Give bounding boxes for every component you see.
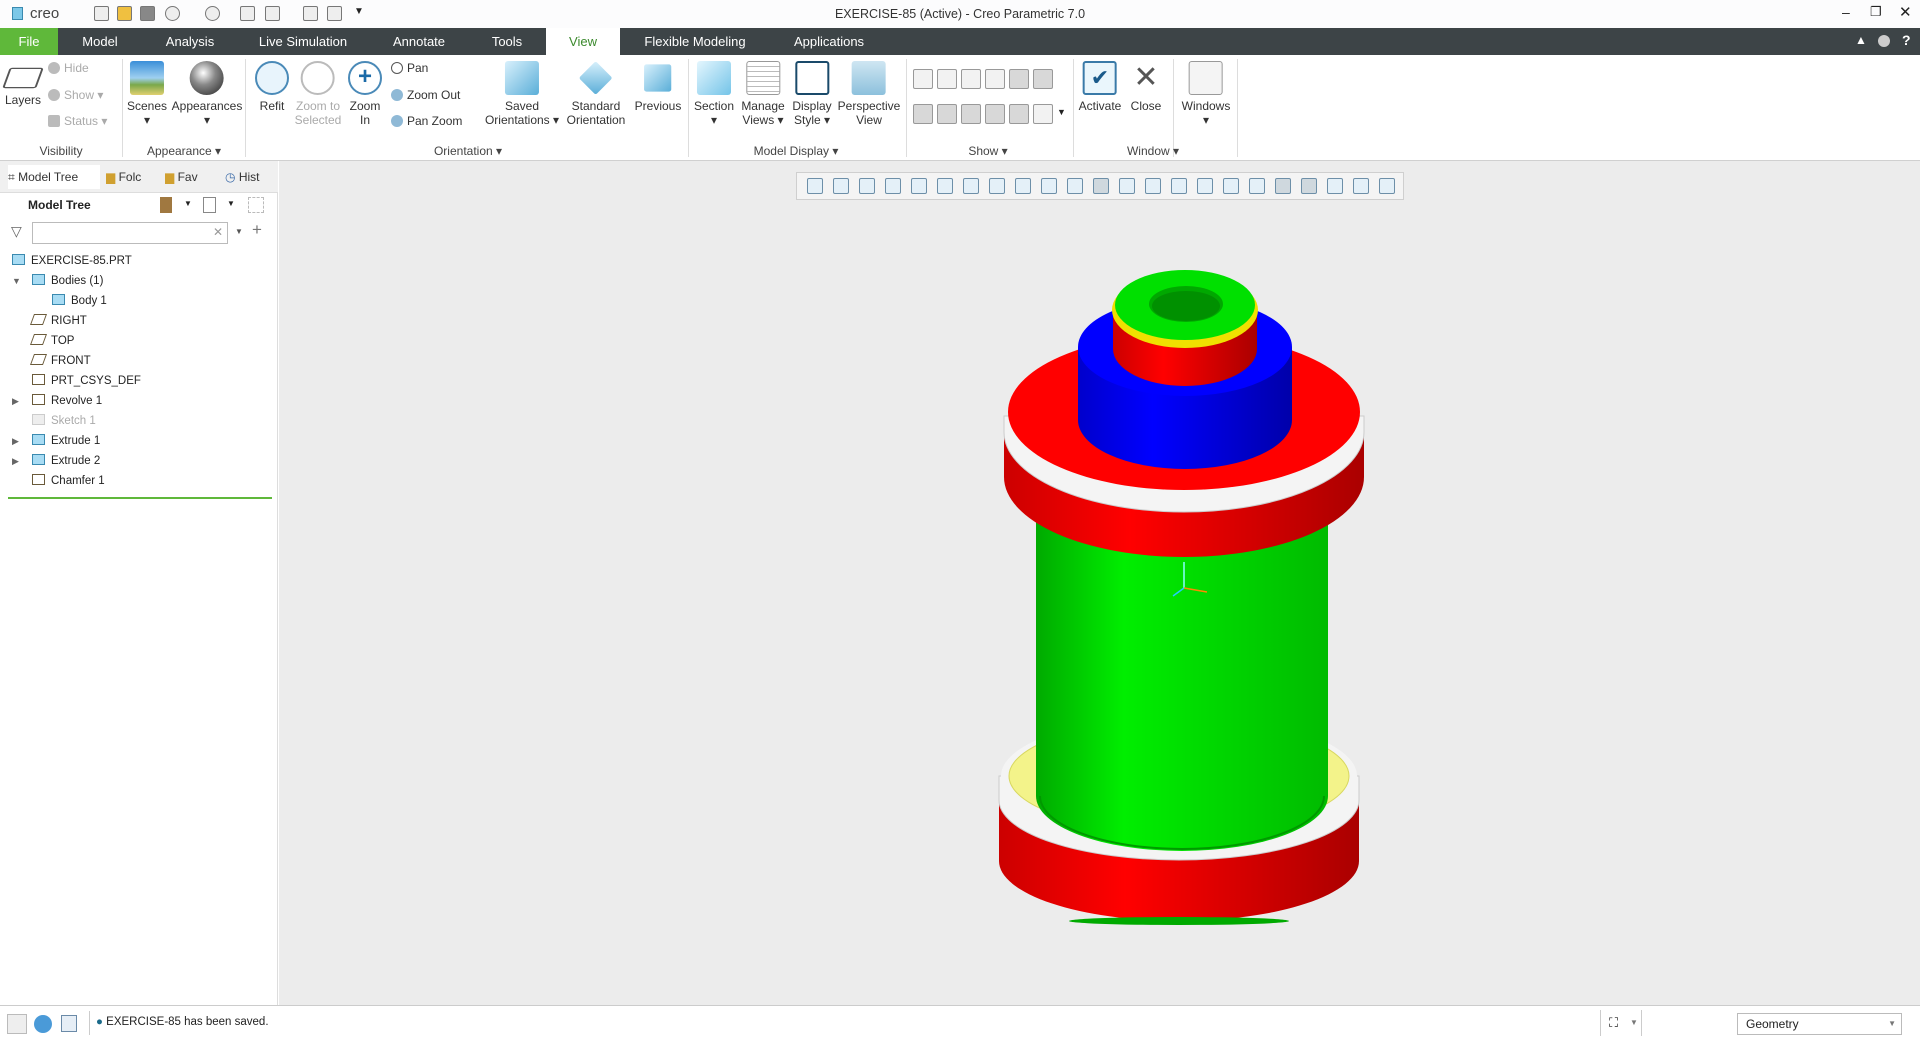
- previous-view-icon[interactable]: [1015, 178, 1031, 194]
- spin-center-icon[interactable]: [911, 178, 927, 194]
- axis-display-icon[interactable]: [1197, 178, 1213, 194]
- section-icon[interactable]: [1119, 178, 1135, 194]
- next-view-icon[interactable]: [1041, 178, 1057, 194]
- binoculars-icon: ⛶: [1609, 1015, 1619, 1030]
- find-button[interactable]: ⛶ ▼: [1600, 1010, 1642, 1036]
- model-3d-view[interactable]: [0, 0, 1920, 1040]
- plane-display-icon[interactable]: [1171, 178, 1187, 194]
- status-bar: ● EXERCISE-85 has been saved. ⛶ ▼ Geometr…: [0, 1005, 1920, 1040]
- annotation-display-icon[interactable]: [1275, 178, 1291, 194]
- status-message: ● EXERCISE-85 has been saved.: [96, 1016, 269, 1028]
- named-views-icon[interactable]: [937, 178, 953, 194]
- view-manager-icon[interactable]: [989, 178, 1005, 194]
- repaint-icon[interactable]: [885, 178, 901, 194]
- display-style-icon[interactable]: [1093, 178, 1109, 194]
- point-display-icon[interactable]: [1145, 178, 1161, 194]
- toggle-navigator-icon[interactable]: [7, 1014, 27, 1034]
- graphics-window[interactable]: [279, 161, 1920, 1005]
- selection-filter-dropdown[interactable]: Geometry ▼: [1737, 1013, 1902, 1035]
- points-display-icon[interactable]: [1223, 178, 1239, 194]
- perspective-icon[interactable]: [1067, 178, 1083, 194]
- full-screen-icon[interactable]: [61, 1015, 77, 1032]
- top-boss: [1112, 270, 1258, 386]
- zoom-in-icon[interactable]: [833, 178, 849, 194]
- spin-center-display-icon[interactable]: [1301, 178, 1317, 194]
- main-cylinder: [1036, 520, 1328, 851]
- zoom-out-icon[interactable]: [859, 178, 875, 194]
- note-icon[interactable]: [1379, 178, 1395, 194]
- refit-icon[interactable]: [807, 178, 823, 194]
- pause-icon[interactable]: [1353, 178, 1369, 194]
- chevron-down-icon: ▼: [1888, 1019, 1896, 1028]
- browser-icon[interactable]: [34, 1015, 52, 1033]
- saved-orientations-icon[interactable]: [963, 178, 979, 194]
- csys-display-icon[interactable]: [1249, 178, 1265, 194]
- graphics-toolbar: [796, 172, 1404, 200]
- simulation-icon[interactable]: [1327, 178, 1343, 194]
